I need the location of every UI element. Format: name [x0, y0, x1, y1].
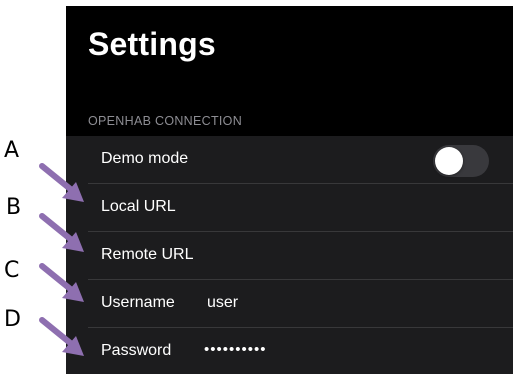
- purple-arrow-icon: [39, 263, 84, 302]
- password-label: Password: [101, 342, 172, 359]
- toggle-knob: [435, 147, 463, 175]
- settings-screen: Settings OPENHAB CONNECTION Demo mode Lo…: [66, 6, 513, 374]
- callout-letter-c: C: [4, 258, 20, 283]
- purple-arrow-icon: [39, 317, 84, 356]
- password-value[interactable]: ••••••••••: [204, 341, 267, 358]
- username-label: Username: [101, 294, 175, 311]
- remote-url-row[interactable]: Remote URL: [66, 232, 513, 280]
- openhab-connection-group: Demo mode Local URL Remote URL Username …: [66, 136, 513, 374]
- username-row[interactable]: Username user: [66, 280, 513, 328]
- username-value[interactable]: user: [207, 294, 238, 312]
- purple-arrow-icon: [39, 163, 84, 202]
- demo-mode-row[interactable]: Demo mode: [66, 136, 513, 184]
- demo-mode-label: Demo mode: [101, 150, 189, 167]
- purple-arrow-icon: [39, 213, 84, 252]
- callout-letter-b: B: [6, 195, 22, 220]
- local-url-row[interactable]: Local URL: [66, 184, 513, 232]
- local-url-label: Local URL: [101, 198, 176, 215]
- password-row[interactable]: Password ••••••••••: [66, 328, 513, 374]
- remote-url-label: Remote URL: [101, 246, 194, 263]
- demo-mode-toggle[interactable]: [433, 145, 489, 177]
- page-title: Settings: [88, 26, 216, 62]
- annotated-screenshot: Settings OPENHAB CONNECTION Demo mode Lo…: [0, 0, 513, 374]
- callout-letter-d: D: [4, 307, 21, 332]
- section-header-openhab-connection: OPENHAB CONNECTION: [88, 114, 243, 128]
- callout-letter-a: A: [4, 138, 20, 163]
